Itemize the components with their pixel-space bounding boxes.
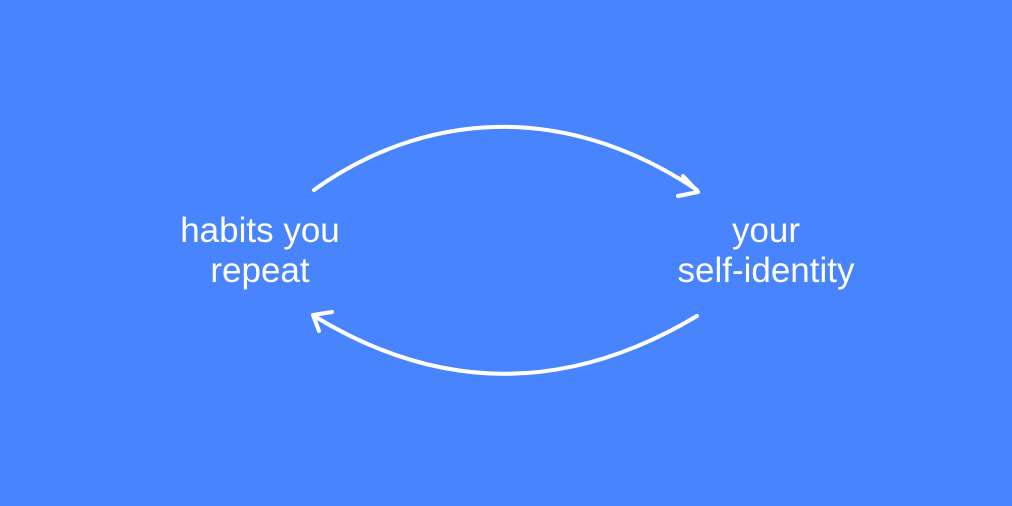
node-habits-you-repeat: habits you repeat: [110, 211, 410, 291]
node-right-line-2: self-identity: [677, 251, 855, 290]
node-left-line-1: habits you: [180, 211, 340, 250]
node-right-line-1: your: [731, 211, 801, 250]
node-your-self-identity: your self-identity: [616, 211, 916, 291]
node-left-line-2: repeat: [210, 251, 310, 290]
cycle-diagram-page: { "background_color": "#4884FD", "foregr…: [0, 0, 1012, 506]
